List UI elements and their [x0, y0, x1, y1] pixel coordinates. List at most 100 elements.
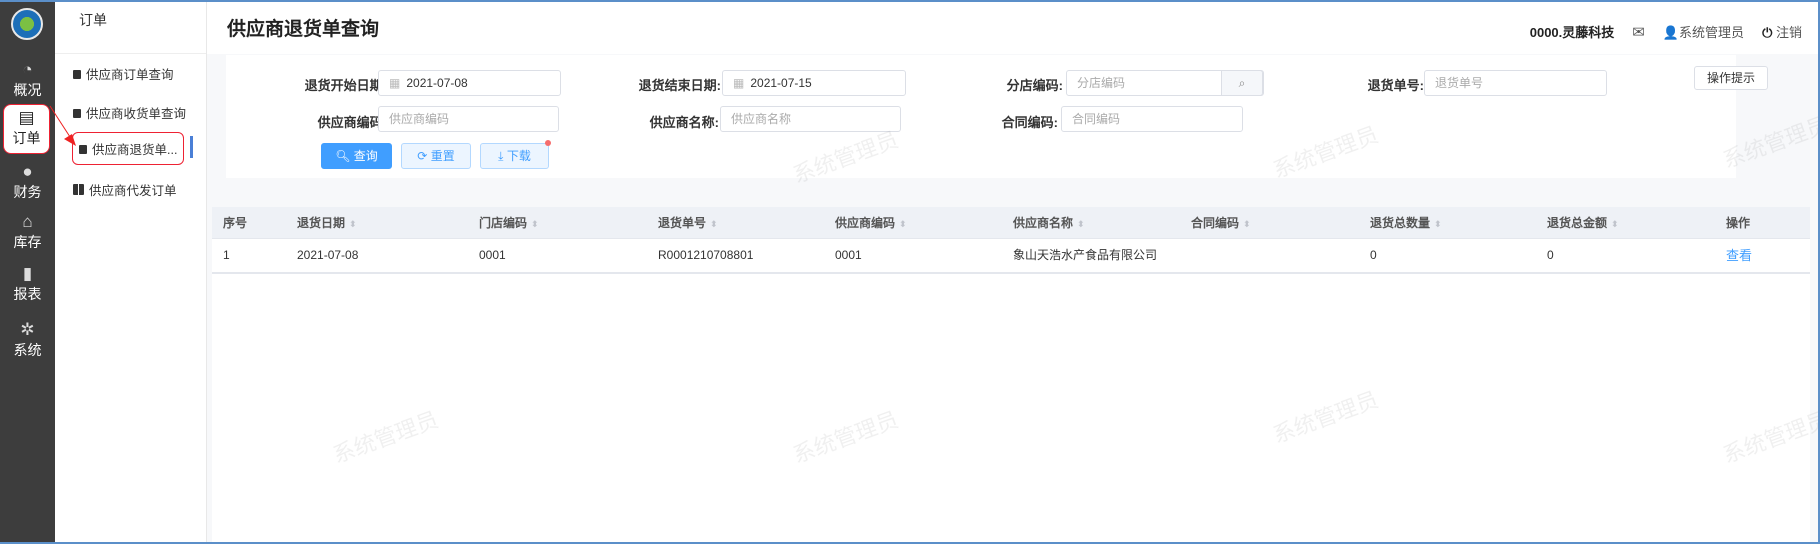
sort-icon[interactable]: ⬍ — [349, 219, 357, 229]
user-icon: 👤 — [1662, 25, 1680, 40]
column-header: 序号 — [223, 207, 247, 239]
start-date-input[interactable]: ▦ 2021-07-08 — [378, 70, 561, 96]
nav-label: 库存 — [13, 234, 42, 250]
table-header: 序号 退货日期 ⬍ 门店编码 ⬍ 退货单号 ⬍ 供应商编码 ⬍ 供应商名称 ⬍ 合同编码 ⬍ 退货总数量 ⬍… — [212, 207, 1810, 239]
column-header: 操作 — [1726, 207, 1750, 239]
column-header-label: 门店编码 — [479, 216, 528, 230]
supplier-name-input[interactable]: 供应商名称 — [720, 106, 901, 132]
operation-tips-button[interactable]: 操作提示 — [1694, 66, 1768, 90]
reset-button[interactable]: ⟳ 重置 — [401, 143, 471, 169]
annotation-arrow — [49, 105, 76, 146]
top-header: 供应商退货单查询 0000.灵藤科技 ✉ 👤系统管理员 ⏻ 注销 — [207, 0, 1820, 54]
column-header-label: 退货总金额 — [1547, 216, 1608, 230]
calendar-icon: ▦ — [733, 76, 745, 90]
notification-dot — [545, 140, 551, 146]
column-header[interactable]: 供应商名称 ⬍ — [1013, 207, 1085, 240]
nav-reports[interactable]: ▮ 报表 — [0, 264, 55, 304]
column-header[interactable]: 退货总数量 ⬍ — [1370, 207, 1442, 240]
submenu-label: 供应商收货单查询 — [86, 107, 187, 121]
table-cell: 0001 — [835, 248, 862, 262]
nav-system[interactable]: ✲ 系统 — [0, 320, 55, 360]
end-date-label: 退货结束日期: — [638, 78, 721, 93]
download-icon: ⤓ — [498, 149, 504, 163]
table-cell: 1 — [223, 248, 230, 262]
query-label: 查询 — [353, 149, 378, 163]
download-button[interactable]: ⤓ 下载 — [480, 140, 551, 169]
nav-label: 报表 — [13, 286, 42, 302]
store-code-placeholder: 分店编码 — [1077, 76, 1126, 90]
column-header-label: 退货单号 — [658, 216, 707, 230]
company-name: 0000.灵藤科技 — [1529, 25, 1615, 40]
return-no-input[interactable]: 退货单号 — [1424, 70, 1607, 96]
active-indicator — [190, 136, 193, 158]
search-icon: 🔍︎ — [335, 149, 351, 163]
contract-code-label: 合同编码: — [1001, 115, 1058, 130]
logout-button[interactable]: ⏻ 注销 — [1762, 22, 1802, 41]
return-no-placeholder: 退货单号 — [1435, 76, 1484, 90]
mail-icon[interactable]: ✉ — [1632, 23, 1645, 41]
store-code-input[interactable]: 分店编码 ⌕ — [1066, 70, 1264, 96]
table-cell: R0001210708801 — [658, 248, 754, 262]
column-header-label: 操作 — [1726, 216, 1751, 230]
reset-label: 重置 — [430, 149, 455, 163]
table-row: 1 2021-07-08 0001 R0001210708801 0001 象山天浩水产食… — [212, 239, 1810, 274]
search-icon[interactable]: ⌕ — [1221, 70, 1263, 96]
column-header[interactable]: 门店编码 ⬍ — [479, 207, 539, 240]
warehouse-icon: ⌂ — [22, 212, 33, 231]
sort-icon[interactable]: ⬍ — [710, 219, 718, 229]
table-cell: 象山天浩水产食品有限公司 — [1013, 248, 1158, 262]
supplier-name-label: 供应商名称: — [649, 115, 719, 130]
column-header-label: 退货总数量 — [1370, 216, 1431, 230]
supplier-code-label: 供应商编码: — [317, 115, 387, 130]
column-header-label: 退货日期 — [297, 216, 346, 230]
power-icon: ⏻ — [1762, 25, 1773, 40]
table-cell: 0001 — [479, 248, 506, 262]
logout-label: 注销 — [1775, 25, 1802, 40]
column-header-label: 序号 — [223, 216, 248, 230]
filter-panel: 退货开始日期: ▦ 2021-07-08 退货结束日期: ▦ 2021-07-15 … — [226, 55, 1736, 178]
store-code-label: 分店编码: — [1006, 78, 1063, 93]
nav-inventory[interactable]: ⌂ 库存 — [0, 212, 55, 252]
refresh-icon: ⟳ — [417, 149, 428, 163]
submenu-label: 供应商退货单... — [92, 143, 178, 157]
column-header-label: 合同编码 — [1191, 216, 1240, 230]
user-menu[interactable]: 👤系统管理员 — [1663, 22, 1744, 41]
calendar-icon: ▦ — [389, 76, 401, 90]
table-cell: 0 — [1547, 248, 1554, 262]
nav-label: 系统 — [13, 342, 42, 358]
end-date-input[interactable]: ▦ 2021-07-15 — [722, 70, 906, 96]
end-date-value: 2021-07-15 — [750, 76, 812, 90]
sort-icon[interactable]: ⬍ — [1243, 219, 1251, 229]
sort-icon[interactable]: ⬍ — [1434, 219, 1442, 229]
main-area: 供应商退货单查询 0000.灵藤科技 ✉ 👤系统管理员 ⏻ 注销 退货开始日期:… — [207, 0, 1820, 544]
column-header[interactable]: 合同编码 ⬍ — [1191, 207, 1251, 240]
page-title: 供应商退货单查询 — [227, 19, 380, 40]
view-link[interactable]: 查看 — [1726, 239, 1752, 272]
submenu-label: 供应商代发订单 — [89, 184, 177, 198]
column-header[interactable]: 退货总金额 ⬍ — [1547, 207, 1619, 240]
supplier-code-input[interactable]: 供应商编码 — [378, 106, 559, 132]
user-name: 系统管理员 — [1679, 25, 1745, 40]
gear-icon: ✲ — [20, 320, 35, 339]
column-header[interactable]: 供应商编码 ⬍ — [835, 207, 907, 240]
return-orders-table: 序号 退货日期 ⬍ 门店编码 ⬍ 退货单号 ⬍ 供应商编码 ⬍ 供应商名称 ⬍ 合同编码 ⬍ 退货总数量 ⬍… — [212, 207, 1810, 544]
query-button[interactable]: 🔍︎ 查询 — [321, 143, 392, 169]
bar-chart-icon: ▮ — [22, 264, 33, 283]
column-header-label: 供应商编码 — [835, 216, 896, 230]
column-header[interactable]: 退货单号 ⬍ — [658, 207, 718, 240]
supplier-code-placeholder: 供应商编码 — [389, 112, 450, 126]
table-cell: 0 — [1370, 248, 1377, 262]
sort-icon[interactable]: ⬍ — [1077, 219, 1085, 229]
column-header-label: 供应商名称 — [1013, 216, 1074, 230]
column-header[interactable]: 退货日期 ⬍ — [297, 207, 357, 240]
sort-icon[interactable]: ⬍ — [1611, 219, 1619, 229]
start-date-label: 退货开始日期: — [304, 78, 387, 93]
table-cell: 2021-07-08 — [297, 248, 359, 262]
return-no-label: 退货单号: — [1367, 78, 1424, 93]
sort-icon[interactable]: ⬍ — [899, 219, 907, 229]
start-date-value: 2021-07-08 — [406, 76, 468, 90]
contract-code-input[interactable]: 合同编码 — [1061, 106, 1243, 132]
supplier-name-placeholder: 供应商名称 — [731, 112, 792, 126]
sort-icon[interactable]: ⬍ — [531, 219, 539, 229]
download-label: 下载 — [506, 149, 531, 163]
